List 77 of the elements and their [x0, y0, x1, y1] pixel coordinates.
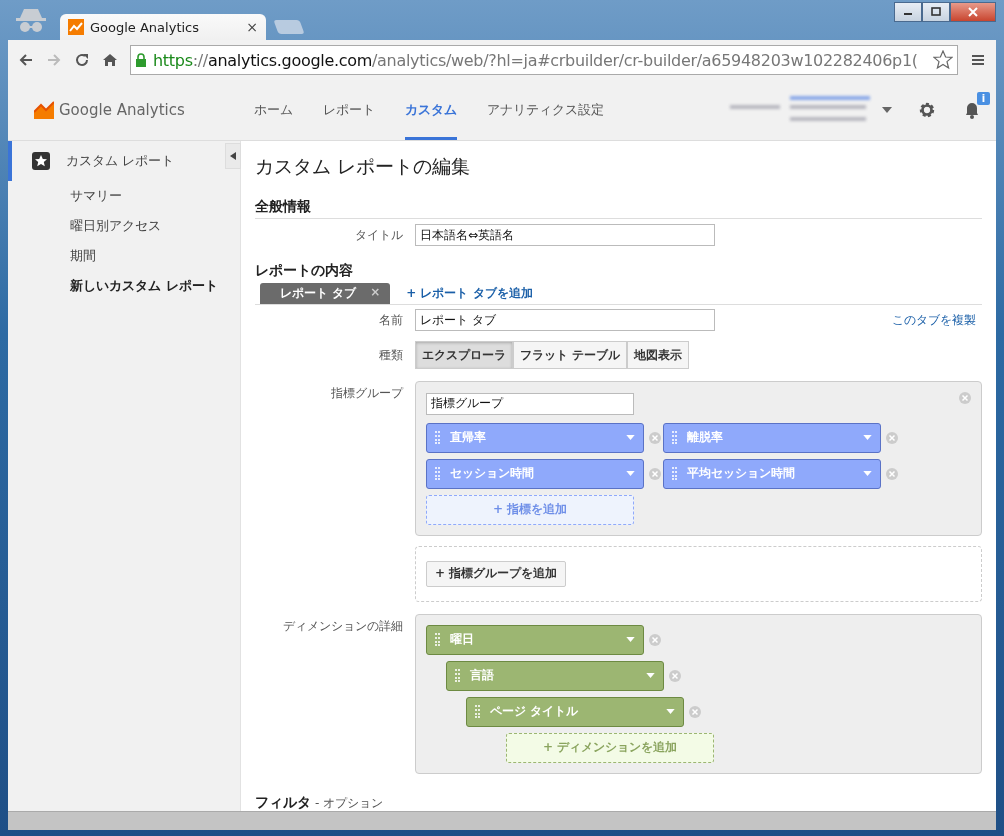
address-field[interactable]: https://analytics.google.com/analytics/web/?hl=ja#crbuilder/cr-builder/a65948203w102282406p1(: [130, 45, 958, 75]
sidebar-item[interactable]: サマリー: [8, 181, 240, 211]
reload-icon[interactable]: [74, 52, 90, 68]
drag-handle-icon[interactable]: [455, 669, 460, 682]
maximize-button[interactable]: [922, 2, 950, 22]
drag-handle-icon[interactable]: [435, 633, 440, 646]
dropdown-caret-icon[interactable]: [666, 709, 675, 714]
settings-icon[interactable]: [918, 101, 936, 119]
notification-badge: i: [977, 92, 990, 105]
new-tab-button[interactable]: [273, 20, 305, 34]
maximize-icon: [931, 7, 941, 17]
nav-tab[interactable]: カスタム: [405, 80, 457, 140]
field-label: 指標グループ: [330, 385, 405, 402]
collapse-sidebar-button[interactable]: [225, 143, 241, 169]
remove-icon[interactable]: [649, 467, 661, 480]
caret-icon[interactable]: [882, 107, 892, 113]
dropdown-caret-icon[interactable]: [626, 637, 635, 642]
add-metric-group-button[interactable]: + 指標グループを追加: [426, 560, 567, 587]
field-label: 名前: [378, 311, 404, 329]
back-icon[interactable]: [18, 52, 34, 68]
dropdown-caret-icon[interactable]: [626, 471, 635, 476]
drag-handle-icon[interactable]: [672, 431, 677, 444]
browser-tab[interactable]: Google Analytics ×: [60, 14, 266, 40]
analytics-logo-icon: [68, 19, 84, 35]
report-tab[interactable]: レポート タブ ×: [260, 283, 391, 304]
remove-icon[interactable]: [649, 633, 661, 646]
drag-handle-icon[interactable]: [672, 467, 677, 480]
drag-handle-icon[interactable]: [475, 705, 480, 718]
remove-icon[interactable]: [886, 431, 898, 444]
dropdown-caret-icon[interactable]: [863, 471, 872, 476]
forward-icon[interactable]: [46, 52, 62, 68]
product-name: Google Analytics: [59, 101, 185, 119]
nav-tab[interactable]: レポート: [323, 80, 375, 140]
drag-handle-icon[interactable]: [435, 431, 440, 444]
lock-icon: [135, 53, 147, 67]
field-label: タイトル: [354, 226, 404, 244]
group-name-field[interactable]: 指標グループ: [426, 392, 634, 415]
dropdown-caret-icon[interactable]: [863, 435, 872, 440]
name-input-field[interactable]: レポート タブ: [415, 309, 715, 331]
analytics-logo-icon: [34, 101, 54, 119]
remove-icon[interactable]: [959, 392, 971, 404]
remove-icon[interactable]: [886, 467, 898, 480]
star-icon: [32, 152, 50, 170]
optional-note: - オプション: [315, 795, 384, 810]
add-tab-link[interactable]: + レポート タブを追加: [406, 285, 533, 304]
minimize-button[interactable]: [894, 2, 922, 22]
section-heading: レポートの内容: [255, 262, 354, 280]
drag-handle-icon[interactable]: [435, 467, 440, 480]
report-type-button[interactable]: フラット テーブル: [513, 341, 628, 369]
dropdown-caret-icon[interactable]: [646, 673, 655, 678]
page-title: カスタム レポートの編集: [255, 154, 472, 179]
nav-tab[interactable]: ホーム: [254, 80, 293, 140]
sidebar-item[interactable]: 期間: [8, 241, 240, 271]
section-heading: 全般情報: [255, 198, 982, 219]
nav-tab[interactable]: アナリティクス設定: [487, 80, 604, 140]
tab-title: Google Analytics: [90, 19, 200, 35]
sidebar-item[interactable]: 曜日別アクセス: [8, 211, 240, 241]
sidebar-section[interactable]: カスタム レポート: [8, 141, 220, 181]
remove-icon[interactable]: [669, 669, 681, 682]
remove-icon[interactable]: [649, 431, 661, 444]
report-type-button[interactable]: 地図表示: [627, 341, 690, 369]
dropdown-caret-icon[interactable]: [626, 435, 635, 440]
report-type-button[interactable]: エクスプローラ: [415, 341, 513, 369]
home-icon[interactable]: [102, 52, 118, 68]
close-button[interactable]: [950, 2, 996, 22]
close-icon: [968, 7, 978, 17]
incognito-icon: [14, 6, 48, 34]
field-label: ディメンションの詳細: [282, 617, 404, 635]
duplicate-tab-link[interactable]: このタブを複製: [892, 311, 976, 329]
triangle-left-icon: [230, 152, 236, 160]
section-heading: フィルタ: [255, 793, 311, 810]
tab-close-button[interactable]: ×: [246, 19, 258, 35]
field-label: 種類: [378, 346, 404, 364]
menu-icon[interactable]: [970, 52, 986, 68]
title-input-field[interactable]: 日本語名⇔英語名: [415, 224, 715, 246]
sidebar-item[interactable]: 新しいカスタム レポート: [8, 271, 240, 301]
remove-icon[interactable]: [689, 705, 701, 718]
